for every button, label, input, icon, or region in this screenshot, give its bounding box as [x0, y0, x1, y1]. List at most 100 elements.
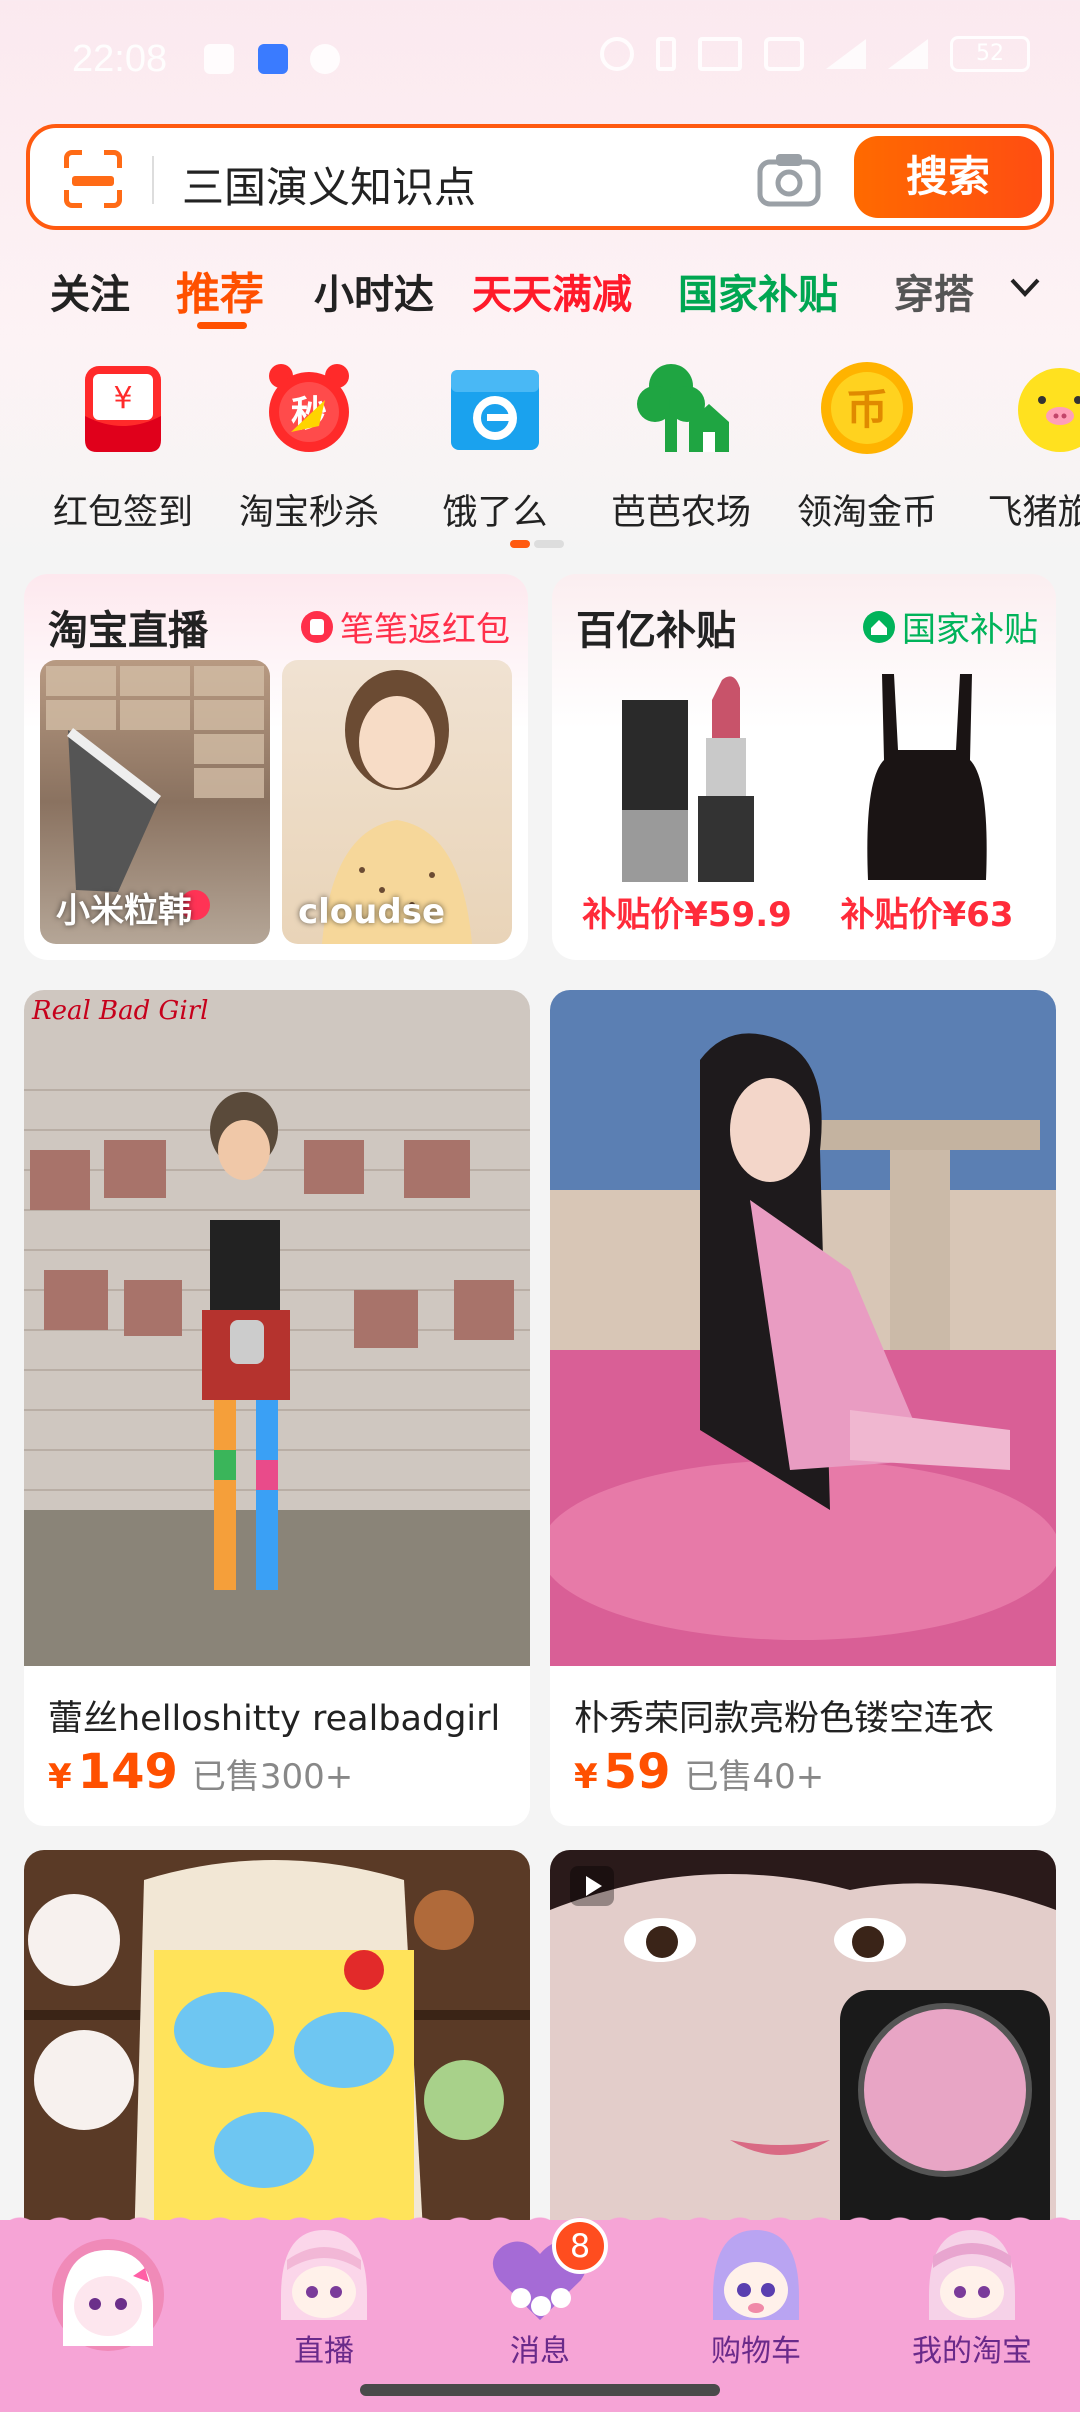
- tab-outfits[interactable]: 穿搭: [894, 262, 974, 320]
- shortcut-eleme[interactable]: 饿了么: [402, 360, 588, 535]
- tank-top-image: [867, 674, 987, 880]
- tab-daily-discount[interactable]: 天天满减: [472, 262, 632, 320]
- message-badge: 8: [552, 2218, 608, 2274]
- cart-avatar-icon: [713, 2230, 799, 2320]
- product-price: 59: [603, 1744, 671, 1800]
- product-image: [24, 1850, 530, 2250]
- subsidy-product[interactable]: 补贴价¥59.9: [572, 660, 802, 944]
- streamer-name: cloudse: [298, 892, 446, 932]
- subsidy-product[interactable]: 补贴价¥63: [812, 660, 1042, 944]
- hd-icon: [764, 37, 804, 71]
- alarm-icon: [600, 37, 634, 71]
- tree-farm-icon: [637, 364, 729, 452]
- national-subsidy-tag[interactable]: 国家补贴: [862, 602, 1038, 651]
- streamer-name: 小米粒韩: [56, 891, 192, 931]
- camera-icon[interactable]: [756, 150, 822, 208]
- red-packet-icon: [301, 610, 333, 643]
- product-price: 149: [77, 1744, 178, 1800]
- product-card[interactable]: 朴秀荣同款亮粉色镂空连衣 ¥ 59 已售40+: [550, 990, 1056, 1826]
- home-avatar-icon: [52, 2239, 164, 2351]
- nav-live[interactable]: 直播: [216, 2220, 432, 2370]
- fliggy-pig-icon: [1018, 368, 1080, 452]
- signal-icon: [888, 39, 928, 69]
- nav-label: 购物车: [711, 2334, 801, 2369]
- nav-cart[interactable]: 购物车: [648, 2220, 864, 2370]
- cashback-tag[interactable]: 笔笔返红包: [300, 602, 510, 651]
- tab-hourly-delivery[interactable]: 小时达: [314, 262, 434, 320]
- search-bar[interactable]: 三国演义知识点 搜索: [26, 124, 1054, 230]
- alarm-clock-icon: 秒: [269, 364, 349, 452]
- red-envelope-icon: ¥: [85, 366, 161, 452]
- status-bar: 22:08 52: [0, 0, 1080, 120]
- sold-count: 已售40+: [684, 1757, 825, 1797]
- tab-national-subsidy[interactable]: 国家补贴: [678, 262, 838, 320]
- live-stream-card[interactable]: 淘宝直播 笔笔返红包 小米粒韩 cloudse: [24, 574, 528, 960]
- category-tabs: 关注 推荐 小时达 天天满减 国家补贴 穿搭: [0, 256, 1080, 336]
- home-indicator[interactable]: [360, 2384, 720, 2396]
- nav-label: 我的淘宝: [912, 2334, 1032, 2369]
- product-card[interactable]: [24, 1850, 530, 2250]
- live-thumbnail[interactable]: cloudse: [282, 660, 512, 944]
- sim-icon: [204, 44, 234, 74]
- live-avatar-icon: [281, 2230, 367, 2320]
- nav-label: 直播: [294, 2334, 354, 2369]
- chevron-down-icon[interactable]: [1008, 270, 1042, 304]
- nav-home[interactable]: [0, 2220, 216, 2370]
- nav-messages[interactable]: 8 消息: [432, 2218, 648, 2370]
- gold-coin-icon: 币: [821, 362, 913, 454]
- subsidy-icon: [863, 610, 895, 643]
- profile-avatar-icon: [929, 2230, 1015, 2320]
- product-image: [550, 990, 1056, 1666]
- shortcut-farm[interactable]: 芭芭农场: [588, 360, 774, 535]
- app-notification-icon: [258, 44, 288, 74]
- tab-recommend[interactable]: 推荐: [176, 258, 264, 322]
- search-input[interactable]: 三国演义知识点: [182, 154, 476, 215]
- active-tab-indicator: [197, 322, 247, 329]
- search-button[interactable]: 搜索: [854, 136, 1042, 218]
- nav-my-taobao[interactable]: 我的淘宝: [864, 2220, 1080, 2370]
- price-row: ¥ 149 已售300+: [48, 1744, 353, 1800]
- network-speed-icon: [698, 37, 742, 71]
- shortcut-label: 芭芭农场: [610, 493, 751, 533]
- nav-label: 消息: [510, 2334, 570, 2369]
- sold-count: 已售300+: [191, 1757, 354, 1797]
- subsidy-title: 百亿补贴: [576, 608, 736, 654]
- bluetooth-icon: [656, 37, 676, 71]
- shortcut-label: 饿了么: [442, 493, 548, 533]
- wechat-icon: [310, 44, 340, 74]
- shortcut-label: 飞猪旅: [987, 493, 1080, 533]
- eleme-box-icon: [451, 370, 539, 450]
- product-card[interactable]: Real Bad Girl 蕾丝helloshitty realbadgirl …: [24, 990, 530, 1826]
- product-image: [550, 1850, 1056, 2250]
- svg-text:¥: ¥: [113, 381, 132, 416]
- currency-symbol: ¥: [48, 1757, 72, 1797]
- shortcut-row: ¥ 红包签到 秒 淘宝秒杀 饿了么 芭芭农场 币 领淘金币 飞猪旅: [0, 360, 1080, 540]
- status-time: 22:08: [72, 38, 168, 80]
- shortcut-flash-sale[interactable]: 秒 淘宝秒杀: [216, 360, 402, 535]
- shortcut-label: 淘宝秒杀: [238, 493, 379, 533]
- product-image: [24, 990, 530, 1666]
- product-card[interactable]: [550, 1850, 1056, 2250]
- wifi-icon: [826, 39, 866, 69]
- cashback-label: 笔笔返红包: [340, 610, 510, 650]
- currency-symbol: ¥: [574, 1757, 598, 1797]
- search-divider: [152, 156, 154, 204]
- shortcut-gold-coin[interactable]: 币 领淘金币: [774, 360, 960, 535]
- brand-watermark: Real Bad Girl: [32, 996, 209, 1026]
- subsidy-price: 补贴价¥63: [840, 895, 1014, 935]
- status-right: 52: [600, 36, 1030, 72]
- shortcut-label: 红包签到: [52, 493, 193, 533]
- scan-icon[interactable]: [64, 150, 122, 208]
- shortcut-red-envelope[interactable]: ¥ 红包签到: [30, 360, 216, 535]
- tab-follow[interactable]: 关注: [50, 262, 130, 320]
- product-title: 蕾丝helloshitty realbadgirl: [48, 1699, 501, 1739]
- subsidy-card[interactable]: 百亿补贴 国家补贴 补贴价¥59.9 补贴价¥63: [552, 574, 1056, 960]
- lipstick-image: [622, 676, 754, 882]
- svg-text:币: 币: [846, 385, 888, 434]
- product-title: 朴秀荣同款亮粉色镂空连衣: [574, 1699, 995, 1739]
- live-title: 淘宝直播: [48, 608, 208, 654]
- subsidy-price: 补贴价¥59.9: [582, 895, 792, 935]
- price-row: ¥ 59 已售40+: [574, 1744, 824, 1800]
- live-thumbnail[interactable]: 小米粒韩: [40, 660, 270, 944]
- shortcut-fliggy[interactable]: 飞猪旅: [960, 360, 1080, 535]
